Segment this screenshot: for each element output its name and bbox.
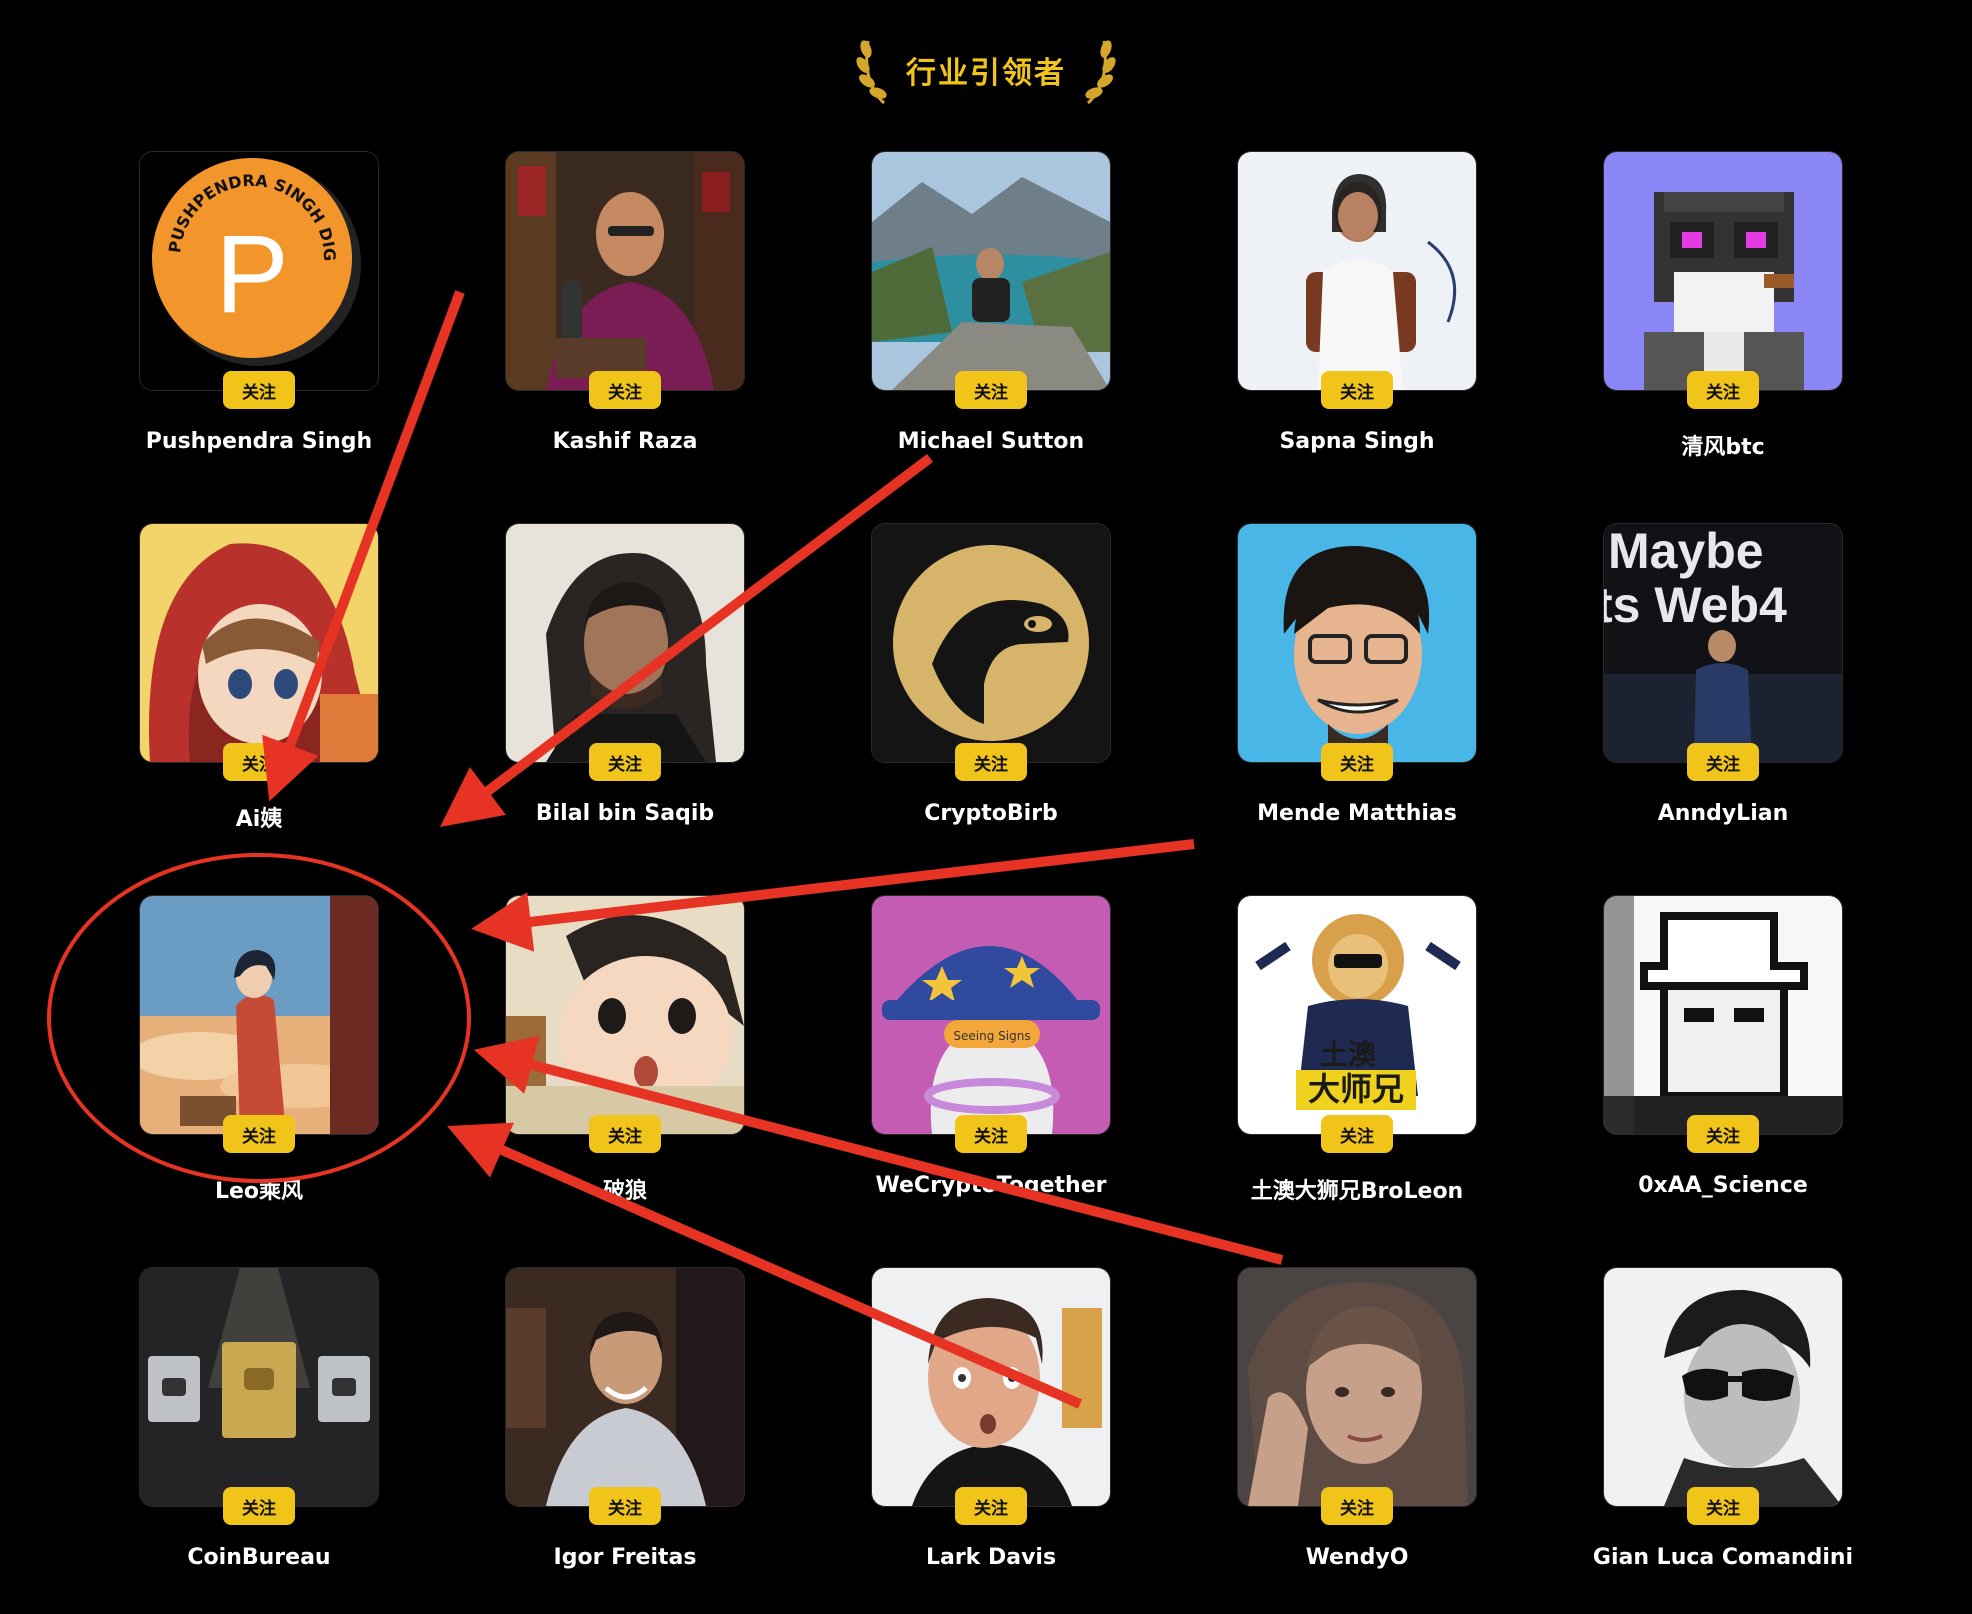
- svg-text:Maybe: Maybe: [1608, 524, 1764, 579]
- follow-button[interactable]: 关注: [955, 371, 1027, 409]
- leader-card[interactable]: Seeing Signs 关注 WeCryptoTogether: [871, 895, 1111, 1205]
- bird-logo-icon[interactable]: [871, 523, 1111, 763]
- leader-card[interactable]: 关注 0xAA_Science: [1603, 895, 1843, 1205]
- pixel-hat-icon[interactable]: [1603, 895, 1843, 1135]
- follow-button[interactable]: 关注: [1687, 1115, 1759, 1153]
- podcast-host-photo[interactable]: [505, 151, 745, 391]
- leader-name[interactable]: Lark Davis: [821, 1545, 1161, 1570]
- laurel-left-icon: [856, 40, 887, 105]
- leader-card[interactable]: 关注 清风btc: [1603, 151, 1843, 461]
- leader-card[interactable]: 关注 Igor Freitas: [505, 1267, 745, 1577]
- leader-card[interactable]: 关注 Leo乘风: [139, 895, 379, 1205]
- leader-name[interactable]: 0xAA_Science: [1553, 1173, 1893, 1198]
- follow-button[interactable]: 关注: [1687, 371, 1759, 409]
- leader-name[interactable]: Kashif Raza: [455, 429, 795, 454]
- svg-text:大师兄: 大师兄: [1308, 1070, 1404, 1108]
- leader-name[interactable]: Pushpendra Singh: [89, 429, 429, 454]
- leader-card[interactable]: PUSHPENDRA SINGH DIGITAL P 关注 Pushpendra…: [139, 151, 379, 461]
- wizard-penguin-icon[interactable]: Seeing Signs: [871, 895, 1111, 1135]
- cartoon-glasses-icon[interactable]: [1237, 523, 1477, 763]
- leader-card[interactable]: 关注 Lark Davis: [871, 1267, 1111, 1577]
- anime-red-hood-icon[interactable]: [139, 523, 379, 763]
- laurel-right-icon: [1085, 40, 1116, 105]
- follow-button[interactable]: 关注: [1321, 743, 1393, 781]
- leader-card[interactable]: 关注 Ai姨: [139, 523, 379, 833]
- leader-name[interactable]: WeCryptoTogether: [821, 1173, 1161, 1198]
- speaker-chair-photo[interactable]: [1237, 151, 1477, 391]
- leader-card[interactable]: 关注 破狼: [505, 895, 745, 1205]
- leader-name[interactable]: CoinBureau: [89, 1545, 429, 1570]
- anime-traveler-icon[interactable]: [139, 895, 379, 1135]
- leader-name[interactable]: Leo乘风: [89, 1173, 429, 1205]
- follow-button[interactable]: 关注: [223, 371, 295, 409]
- svg-text:P: P: [215, 213, 288, 336]
- mountain-lake-photo[interactable]: [871, 151, 1111, 391]
- svg-text:土澳: 土澳: [1320, 1038, 1377, 1071]
- follow-button[interactable]: 关注: [1687, 1487, 1759, 1525]
- follow-button[interactable]: 关注: [589, 371, 661, 409]
- portrait-photo[interactable]: [505, 523, 745, 763]
- leader-card[interactable]: 关注 CoinBureau: [139, 1267, 379, 1577]
- pixel-frog-icon[interactable]: [1603, 151, 1843, 391]
- leader-name[interactable]: 清风btc: [1553, 429, 1893, 461]
- leader-name[interactable]: CryptoBirb: [821, 801, 1161, 826]
- leader-name[interactable]: WendyO: [1187, 1545, 1527, 1570]
- follow-button[interactable]: 关注: [589, 1487, 661, 1525]
- leader-card[interactable]: 关注 Michael Sutton: [871, 151, 1111, 461]
- leader-name[interactable]: AnndyLian: [1553, 801, 1893, 826]
- woman-portrait-photo[interactable]: [1237, 1267, 1477, 1507]
- leader-card[interactable]: 关注 Bilal bin Saqib: [505, 523, 745, 833]
- leader-card[interactable]: 关注 Mende Matthias: [1237, 523, 1477, 833]
- leader-card[interactable]: 土澳 大师兄 关注 土澳大狮兄BroLeon: [1237, 895, 1477, 1205]
- leader-name[interactable]: 土澳大狮兄BroLeon: [1187, 1173, 1527, 1205]
- leader-name[interactable]: Gian Luca Comandini: [1553, 1545, 1893, 1570]
- sunglasses-portrait-photo[interactable]: [1603, 1267, 1843, 1507]
- section-header: 行业引领者: [0, 28, 1972, 112]
- follow-button[interactable]: 关注: [223, 1487, 295, 1525]
- section-title: 行业引领者: [906, 56, 1066, 91]
- leader-name[interactable]: Igor Freitas: [455, 1545, 795, 1570]
- follow-button[interactable]: 关注: [1321, 371, 1393, 409]
- leader-name[interactable]: Mende Matthias: [1187, 801, 1527, 826]
- follow-button[interactable]: 关注: [955, 743, 1027, 781]
- leader-name[interactable]: Ai姨: [89, 801, 429, 833]
- follow-button[interactable]: 关注: [955, 1115, 1027, 1153]
- pushpendra-logo-icon[interactable]: PUSHPENDRA SINGH DIGITAL P: [139, 151, 379, 391]
- follow-button[interactable]: 关注: [223, 743, 295, 781]
- svg-text:ts Web4: ts Web4: [1604, 577, 1787, 633]
- follow-button[interactable]: 关注: [223, 1115, 295, 1153]
- play-buttons-icon[interactable]: [139, 1267, 379, 1507]
- leader-name[interactable]: 破狼: [455, 1173, 795, 1205]
- follow-button[interactable]: 关注: [589, 1115, 661, 1153]
- svg-text:Seeing Signs: Seeing Signs: [953, 1029, 1030, 1043]
- lion-suit-icon[interactable]: 土澳 大师兄: [1237, 895, 1477, 1135]
- follow-button[interactable]: 关注: [955, 1487, 1027, 1525]
- leader-card[interactable]: 关注 Gian Luca Comandini: [1593, 1267, 1853, 1577]
- follow-button[interactable]: 关注: [1321, 1487, 1393, 1525]
- leader-card[interactable]: Maybe ts Web4 关注 AnndyLian: [1603, 523, 1843, 833]
- leader-card[interactable]: 关注 WendyO: [1237, 1267, 1477, 1577]
- leader-card[interactable]: 关注 Sapna Singh: [1237, 151, 1477, 461]
- follow-button[interactable]: 关注: [1321, 1115, 1393, 1153]
- leader-card[interactable]: 关注 Kashif Raza: [505, 151, 745, 461]
- surprised-face-photo[interactable]: [871, 1267, 1111, 1507]
- leader-name[interactable]: Sapna Singh: [1187, 429, 1527, 454]
- web4-stage-photo[interactable]: Maybe ts Web4: [1603, 523, 1843, 763]
- leader-card[interactable]: 关注 CryptoBirb: [871, 523, 1111, 833]
- leader-name[interactable]: Michael Sutton: [821, 429, 1161, 454]
- leader-name[interactable]: Bilal bin Saqib: [455, 801, 795, 826]
- follow-button[interactable]: 关注: [589, 743, 661, 781]
- suit-portrait-photo[interactable]: [505, 1267, 745, 1507]
- follow-button[interactable]: 关注: [1687, 743, 1759, 781]
- anime-boy-icon[interactable]: [505, 895, 745, 1135]
